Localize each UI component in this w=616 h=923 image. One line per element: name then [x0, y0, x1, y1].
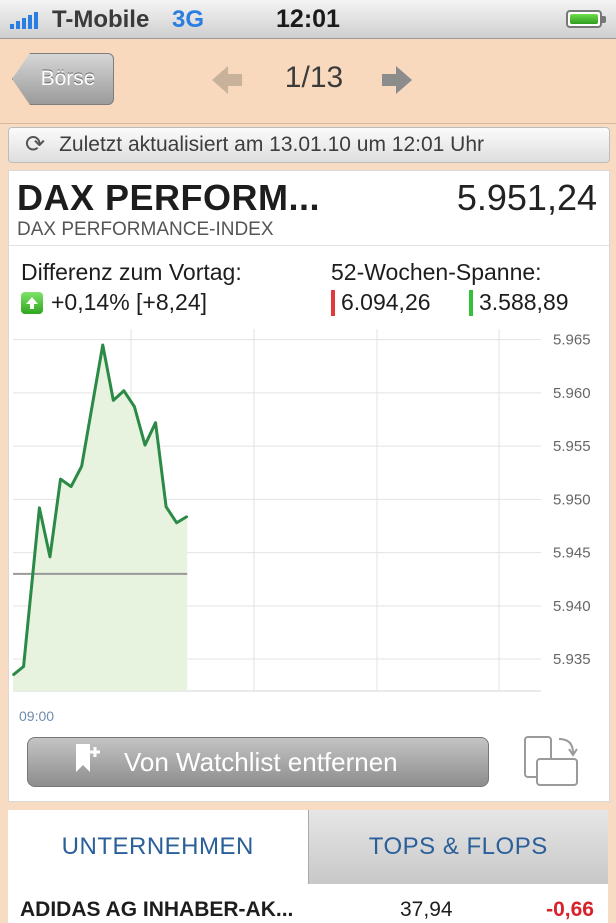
- range-low-row: 3.588,89: [469, 289, 569, 316]
- previous-arrow-icon[interactable]: [210, 63, 244, 97]
- price-point: [70, 485, 72, 488]
- price-point: [165, 506, 167, 508]
- refresh-icon[interactable]: ⟳: [25, 133, 45, 157]
- remove-from-watchlist-button[interactable]: Von Watchlist entfernen: [27, 737, 489, 787]
- y-tick-label: 5.940: [553, 598, 591, 615]
- price-point: [133, 405, 136, 408]
- price-point: [59, 478, 62, 480]
- navigation-bar: Börse 1/13: [0, 39, 616, 124]
- price-point: [101, 344, 104, 346]
- price-point: [22, 665, 25, 668]
- price-point: [49, 556, 51, 558]
- red-marker-icon: [331, 289, 335, 316]
- stock-change: -0,66: [546, 898, 594, 921]
- intraday-chart: 5.965 5.960 5.955 5.950 5.945 5.940 5.935 09:00: [12, 329, 591, 724]
- quote-full-name: DAX PERFORMANCE-INDEX: [17, 219, 274, 240]
- status-time: 12:01: [276, 5, 340, 33]
- stock-name: ADIDAS AG INHABER-AK...: [20, 898, 294, 921]
- y-tick-label: 5.955: [553, 438, 591, 455]
- price-point: [12, 674, 14, 676]
- green-marker-icon: [469, 289, 473, 316]
- y-tick-label: 5.935: [553, 651, 591, 668]
- back-button[interactable]: Börse: [12, 53, 114, 105]
- last-updated-bar[interactable]: ⟳ Zuletzt aktualisiert am 13.01.10 um 12…: [8, 127, 610, 163]
- rotate-view-icon[interactable]: [519, 731, 581, 798]
- range-low-value: 3.588,89: [479, 289, 569, 315]
- quote-title: DAX PERFORM...: [17, 177, 321, 218]
- diff-value: +0,14% [+8,24]: [51, 289, 208, 315]
- y-tick-label: 5.965: [553, 332, 591, 349]
- price-point: [154, 421, 157, 424]
- x-tick-label: 09:00: [19, 708, 54, 724]
- range-label: 52-Wochen-Spanne:: [331, 259, 542, 285]
- price-point: [123, 389, 125, 392]
- price-point: [144, 444, 146, 446]
- up-arrow-icon: [21, 291, 43, 314]
- quote-price: 5.951,24: [456, 177, 597, 218]
- price-point: [175, 521, 178, 524]
- page-indicator: 1/13: [284, 61, 344, 94]
- stock-price: 37,94: [400, 898, 453, 921]
- tab-unternehmen[interactable]: UNTERNEHMEN: [8, 810, 308, 884]
- last-updated-text: Zuletzt aktualisiert am 13.01.10 um 12:0…: [59, 133, 484, 156]
- tab-tops-flops[interactable]: TOPS & FLOPS: [307, 810, 608, 884]
- status-bar: T-Mobile 3G 12:01: [0, 0, 616, 39]
- price-point: [91, 404, 93, 407]
- diff-value-row: +0,14% [+8,24]: [21, 289, 207, 316]
- price-point: [186, 515, 189, 518]
- price-point: [38, 507, 41, 509]
- y-tick-label: 5.945: [553, 545, 591, 562]
- battery-icon: [566, 10, 606, 28]
- range-high-row: 6.094,26: [331, 289, 431, 316]
- y-tick-label: 5.960: [553, 385, 591, 402]
- next-arrow-icon[interactable]: [380, 63, 414, 97]
- list-item[interactable]: ADIDAS AG INHABER-AK... 37,94 -0,66: [8, 884, 608, 923]
- divider: [9, 245, 609, 246]
- watchlist-button-label: Von Watchlist entfernen: [124, 746, 398, 777]
- price-point: [80, 465, 83, 468]
- quote-card: DAX PERFORM... 5.951,24 DAX PERFORMANCE-…: [8, 170, 610, 802]
- bottom-tabs: UNTERNEHMEN TOPS & FLOPS: [8, 810, 608, 884]
- bookmark-icon: [72, 742, 102, 783]
- y-tick-label: 5.950: [553, 491, 591, 508]
- diff-label: Differenz zum Vortag:: [21, 259, 242, 285]
- range-high-value: 6.094,26: [341, 289, 431, 315]
- price-point: [112, 399, 115, 402]
